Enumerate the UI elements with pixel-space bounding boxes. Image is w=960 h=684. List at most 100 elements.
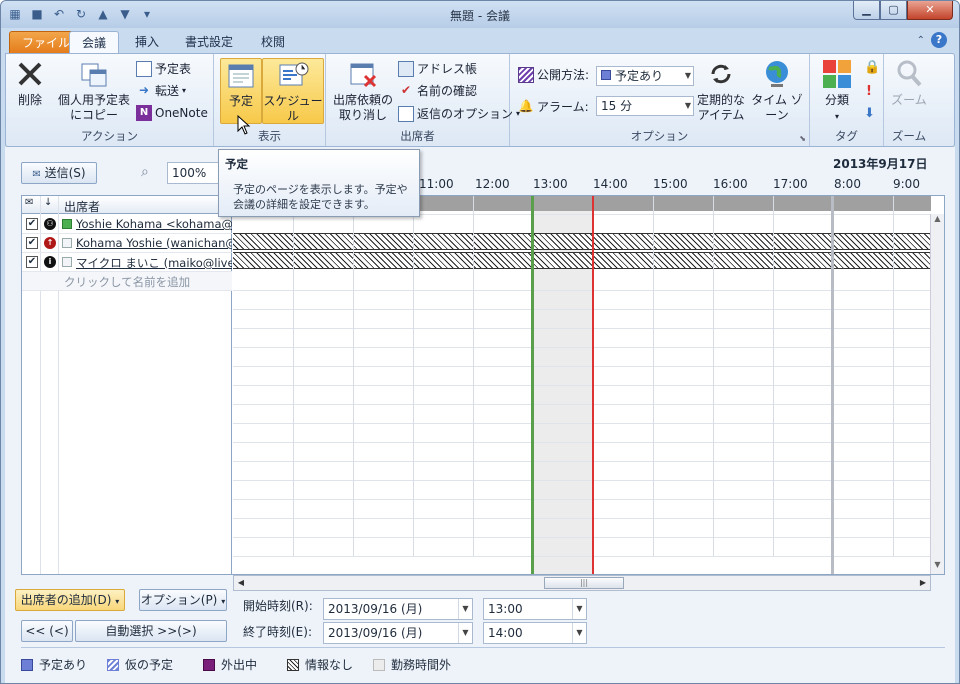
options-button[interactable]: オプション(P) ▾ — [139, 589, 227, 611]
attendees-column-header[interactable]: 出席者 — [64, 198, 100, 215]
horizontal-scrollbar[interactable]: ◀ ||| ▶ — [233, 575, 931, 591]
scheduling-view-button[interactable]: スケジュール — [262, 58, 324, 124]
forward-button[interactable]: ➜ 転送 ▾ — [136, 82, 186, 99]
group-action: 削除 個人用予定表 にコピー 予定表 ➜ 転送 ▾ N OneNote アクション — [6, 54, 214, 146]
free-busy-timeline[interactable] — [233, 196, 931, 574]
date-header: 2013年9月17日 — [833, 157, 928, 171]
categorize-icon — [823, 60, 851, 88]
dialog-launcher-icon[interactable]: ⬊ — [799, 134, 806, 143]
categorize-button[interactable]: 分類 ▾ — [816, 58, 858, 124]
high-importance-icon[interactable]: ! — [866, 84, 872, 99]
attendee-row[interactable]: ✔ ⚇ Yoshie Kohama <kohama@wan — [22, 215, 232, 234]
attendee-checkbox[interactable]: ✔ — [26, 237, 38, 249]
group-options: 公開方法: 予定あり ▼ 🔔 アラーム: 15 分 ▼ 定期的な アイテム タイ… — [510, 54, 810, 146]
maximize-button[interactable]: ▢ — [880, 1, 907, 20]
tab-format[interactable]: 書式設定 — [173, 31, 245, 54]
end-date-select[interactable]: 2013/09/16 (月) ▼ — [323, 622, 473, 644]
attendee-row[interactable]: ✔ i マイクロ まいこ (maiko@live.jp) — [22, 253, 232, 272]
busy-swatch-icon — [21, 658, 33, 671]
appointment-tooltip: 予定 予定のページを表示します。予定や 会議の詳細を設定できます。 — [218, 149, 420, 217]
meeting-end-line[interactable] — [592, 196, 594, 574]
outside-hours-swatch-icon — [373, 658, 385, 671]
tab-meeting[interactable]: 会議 — [69, 31, 120, 54]
attendee-name[interactable]: マイクロ まいこ (maiko@live.jp) — [76, 255, 232, 271]
copy-to-calendar-button[interactable]: 個人用予定表 にコピー — [54, 58, 134, 123]
scroll-right-icon[interactable]: ▶ — [916, 576, 930, 590]
time-label: 17:00 — [773, 177, 808, 191]
attendee-name[interactable]: Yoshie Kohama <kohama@wan — [76, 217, 232, 231]
collapse-ribbon-icon[interactable]: ⌃ — [917, 35, 925, 46]
group-label-action: アクション — [81, 129, 138, 143]
send-button[interactable]: ✉ 送信(S) — [21, 162, 97, 184]
vertical-scrollbar[interactable]: ▲ ▼ — [930, 214, 944, 574]
low-importance-icon[interactable]: ⬇ — [864, 106, 875, 121]
response-options-button[interactable]: 返信のオプション ▾ — [398, 105, 520, 122]
delete-x-icon — [18, 62, 42, 86]
cancel-invitation-button[interactable]: 出席依頼の 取り消し — [330, 58, 396, 123]
onenote-button[interactable]: N OneNote — [136, 105, 208, 121]
previous-button[interactable]: << (<) — [21, 620, 73, 642]
scheduling-icon — [279, 62, 309, 86]
start-time-label: 開始時刻(R): — [243, 599, 313, 613]
no-information-bar — [233, 233, 931, 250]
free-busy-legend: 予定あり 仮の予定 外出中 情報なし 勤務時間外 — [21, 647, 945, 677]
group-label-tags: タグ — [835, 129, 858, 143]
autopick-next-button[interactable]: 自動選択 >>(>) — [75, 620, 227, 642]
scroll-down-icon[interactable]: ▼ — [931, 560, 944, 574]
group-zoom: ズーム ズーム — [884, 54, 934, 146]
end-time-select[interactable]: 14:00 ▼ — [483, 622, 587, 644]
legend-out-of-office: 外出中 — [203, 656, 257, 673]
attendee-row[interactable]: ✔ ↑ Kohama Yoshie (wanichan@liv — [22, 234, 232, 253]
add-attendee-row[interactable]: クリックして名前を追加 — [22, 272, 232, 291]
time-zones-button[interactable]: タイム ゾーン — [746, 58, 808, 123]
start-date-select[interactable]: 2013/09/16 (月) ▼ — [323, 598, 473, 620]
attendee-checkbox[interactable]: ✔ — [26, 256, 38, 268]
tab-insert[interactable]: 挿入 — [123, 31, 171, 54]
outlook-meeting-window: ▦ ■ ↶ ↻ ▲ ▼ ▾ 無題 - 会議 ▁ ▢ ✕ ファイル 会議 挿入 書… — [0, 0, 960, 684]
free-busy-grid: ✉ ↓ 出席者 ✔ ⚇ Yoshie Kohama <kohama@wan ✔ … — [21, 195, 945, 575]
tentative-swatch-icon — [107, 658, 119, 671]
magnifier-icon — [897, 60, 922, 87]
start-time-select[interactable]: 13:00 ▼ — [483, 598, 587, 620]
group-attendees: 出席依頼の 取り消し アドレス帳 ✔ 名前の確認 返信のオプション ▾ 出席者 — [326, 54, 520, 146]
mouse-cursor-icon — [237, 115, 251, 135]
time-label: 14:00 — [593, 177, 628, 191]
sort-icon[interactable]: ↓ — [44, 197, 52, 208]
delete-button[interactable]: 削除 — [12, 58, 48, 108]
scroll-up-icon[interactable]: ▲ — [931, 214, 944, 228]
optional-attendee-icon: i — [44, 256, 56, 268]
globe-icon — [766, 61, 788, 87]
mail-flag-icon[interactable]: ✉ — [25, 197, 33, 208]
chevron-down-icon: ▼ — [458, 599, 472, 619]
tab-review[interactable]: 校閲 — [249, 31, 297, 54]
legend-outside-working-hours: 勤務時間外 — [373, 656, 451, 673]
check-names-button[interactable]: ✔ 名前の確認 — [398, 82, 477, 99]
address-book-button[interactable]: アドレス帳 — [398, 60, 477, 77]
time-label: 16:00 — [713, 177, 748, 191]
meeting-start-line[interactable] — [531, 196, 534, 574]
recurrence-button[interactable]: 定期的な アイテム — [696, 58, 746, 123]
organizer-icon: ⚇ — [44, 218, 56, 230]
send-icon: ✉ — [32, 169, 41, 180]
scheduling-assistant: ✉ 送信(S) ⌕ 100% 2013年9月17日 11:00 12:00 13… — [5, 147, 955, 683]
attendee-checkbox[interactable]: ✔ — [26, 218, 38, 230]
add-attendees-button[interactable]: 出席者の追加(D) ▾ — [15, 589, 125, 611]
reminder-select[interactable]: 15 分 ▼ — [596, 96, 694, 116]
copy-calendar-icon — [81, 63, 107, 87]
attendee-name[interactable]: Kohama Yoshie (wanichan@liv — [76, 236, 232, 250]
day-separator — [831, 196, 834, 574]
show-as-select[interactable]: 予定あり ▼ — [596, 66, 694, 86]
add-name-placeholder[interactable]: クリックして名前を追加 — [64, 274, 190, 290]
help-icon[interactable]: ? — [931, 32, 947, 48]
minimize-button[interactable]: ▁ — [853, 1, 880, 20]
zoom-level-select[interactable]: 100% — [167, 162, 221, 184]
legend-no-information: 情報なし — [287, 656, 353, 673]
scroll-thumb[interactable]: ||| — [544, 577, 624, 589]
scroll-left-icon[interactable]: ◀ — [234, 576, 248, 590]
group-tags: 分類 ▾ 🔒 ! ⬇ タグ — [810, 54, 884, 146]
zoom-button[interactable]: ズーム — [888, 58, 930, 108]
time-label: 15:00 — [653, 177, 688, 191]
private-lock-icon[interactable]: 🔒 — [864, 60, 880, 75]
calendar-button[interactable]: 予定表 — [136, 60, 191, 77]
close-button[interactable]: ✕ — [907, 1, 953, 20]
